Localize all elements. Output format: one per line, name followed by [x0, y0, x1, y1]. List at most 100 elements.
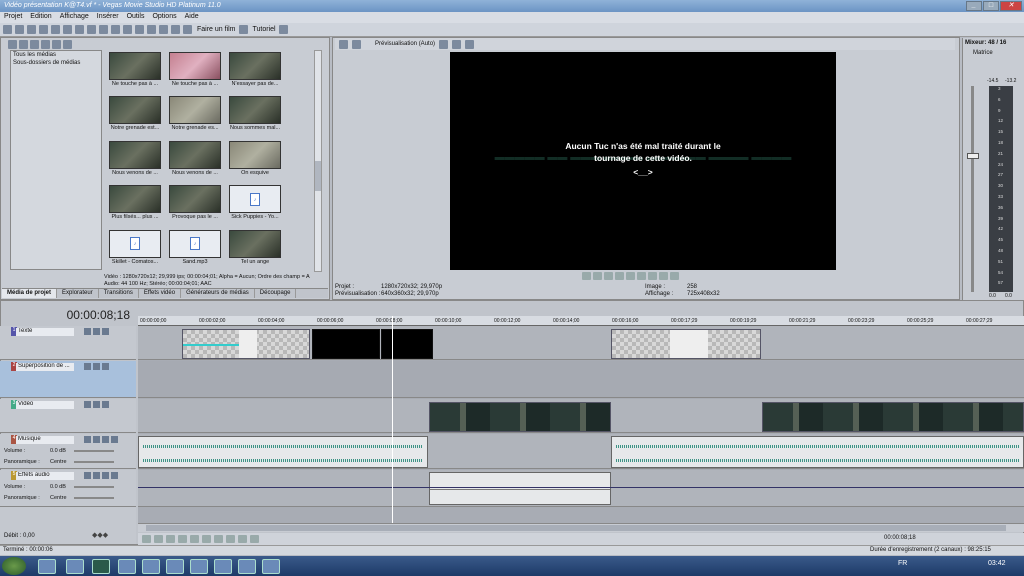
play-icon[interactable] [604, 272, 613, 280]
new-icon[interactable] [3, 25, 12, 34]
track-fx-icon[interactable] [93, 472, 100, 479]
track-header-texte[interactable]: 1 Texte [0, 326, 136, 360]
media-item[interactable]: Plus filsés... plus ... [106, 185, 164, 227]
media-item[interactable]: Notre grenade est... [106, 96, 164, 138]
play-start-icon[interactable] [166, 535, 175, 543]
pan-slider[interactable] [74, 497, 114, 499]
track-fx-icon[interactable] [84, 363, 91, 370]
tab-media-generators[interactable]: Générateurs de médias [181, 289, 255, 298]
tab-project-media[interactable]: Média de projet [2, 289, 58, 298]
whats-this-icon[interactable] [278, 25, 288, 34]
tab-trimmer[interactable]: Découpage [255, 289, 297, 298]
pause-icon[interactable] [190, 535, 199, 543]
stop-icon[interactable] [202, 535, 211, 543]
master-fader-thumb[interactable] [967, 153, 979, 159]
music-clip[interactable] [138, 436, 428, 468]
sound-effect-clip[interactable] [429, 472, 611, 505]
track-mute-icon[interactable] [93, 363, 100, 370]
taskbar-app-icon[interactable] [262, 559, 280, 574]
go-end-icon[interactable] [648, 272, 657, 280]
menu-affichage[interactable]: Affichage [60, 13, 89, 22]
media-item[interactable]: N'essayer pas de... [226, 52, 284, 94]
normal-edit-tool-icon[interactable] [159, 25, 168, 34]
taskbar-app-icon[interactable] [38, 559, 56, 574]
tab-video-fx[interactable]: Effets vidéo [139, 289, 182, 298]
copy-icon[interactable] [63, 25, 72, 34]
tab-transitions[interactable]: Transitions [99, 289, 139, 298]
track-name[interactable]: Superposition de ... [16, 363, 74, 371]
media-scrollbar[interactable] [314, 50, 322, 272]
maximize-button[interactable]: □ [983, 1, 999, 11]
next-frame-icon[interactable] [670, 272, 679, 280]
media-item[interactable]: Provoque pas le ... [166, 185, 224, 227]
tab-explorer[interactable]: Explorateur [57, 289, 99, 298]
taskbar-app-icon[interactable] [118, 559, 136, 574]
taskbar-clock[interactable]: 03:42 [988, 560, 1006, 567]
track-solo-icon[interactable] [102, 401, 109, 408]
redo-icon[interactable] [111, 25, 120, 34]
track-header-effets-audio[interactable]: 5 Effets audio Volume : 0.0 dB Panoramiq… [0, 470, 136, 507]
menu-aide[interactable]: Aide [185, 13, 199, 22]
delete-icon[interactable] [87, 25, 96, 34]
go-end-icon[interactable] [226, 535, 235, 543]
playhead-cursor[interactable] [392, 316, 393, 526]
lock-envelopes-icon[interactable] [147, 25, 156, 34]
save-icon[interactable] [27, 25, 36, 34]
text-clip-black[interactable] [312, 329, 380, 359]
text-clip[interactable] [182, 329, 310, 359]
paste-icon[interactable] [75, 25, 84, 34]
media-item[interactable]: On esquive [226, 140, 284, 183]
go-start-icon[interactable] [637, 272, 646, 280]
time-ruler[interactable]: 00:00:00;00 00:00:02;00 00:00:04;00 00:00:0… [138, 316, 1024, 326]
go-start-icon[interactable] [214, 535, 223, 543]
views-icon[interactable] [63, 40, 72, 49]
track-mute-icon[interactable] [102, 472, 109, 479]
taskbar-app-icon[interactable] [190, 559, 208, 574]
capture-icon[interactable] [19, 40, 28, 49]
track-solo-icon[interactable] [102, 363, 109, 370]
track-fx-icon[interactable] [84, 328, 91, 335]
preview-quality-select[interactable]: Prévisualisation (Auto) [375, 41, 435, 47]
media-item[interactable]: Ne touche pas à ... [106, 52, 164, 94]
loop-playback-icon[interactable] [154, 535, 163, 543]
record-icon[interactable] [142, 535, 151, 543]
tree-item-subfolders[interactable]: Sous-dossiers de médias [11, 59, 101, 67]
media-item[interactable]: ♪ Sand.mp3 [166, 229, 224, 272]
tree-item-all-media[interactable]: Tous les médias [11, 51, 101, 59]
track-mute-icon[interactable] [93, 401, 100, 408]
make-movie-button[interactable]: Faire un film [197, 26, 236, 33]
play-icon[interactable] [178, 535, 187, 543]
loop-icon[interactable] [582, 272, 591, 280]
menu-edition[interactable]: Edition [30, 13, 51, 22]
track-name[interactable]: Vidéo [16, 401, 74, 409]
track-record-icon[interactable] [84, 472, 91, 479]
next-frame-icon[interactable] [250, 535, 259, 543]
import-media-icon[interactable] [8, 40, 17, 49]
track-mute-icon[interactable] [93, 328, 100, 335]
track-solo-icon[interactable] [111, 472, 118, 479]
taskbar-app-icon[interactable] [66, 559, 84, 574]
pan-slider[interactable] [74, 461, 114, 463]
language-indicator[interactable]: FR [898, 560, 907, 567]
track-fx-icon[interactable] [84, 401, 91, 408]
play-from-start-icon[interactable] [593, 272, 602, 280]
video-clip-2[interactable] [762, 402, 1024, 432]
volume-slider[interactable] [74, 486, 114, 488]
remove-media-icon[interactable] [41, 40, 50, 49]
taskbar-app-icon[interactable] [166, 559, 184, 574]
tutorial-button[interactable]: Tutoriel [253, 26, 276, 33]
taskbar-app-icon[interactable] [238, 559, 256, 574]
preview-properties-icon[interactable] [339, 39, 348, 49]
media-item[interactable]: ♪ Skillet - Comatos... [106, 229, 164, 272]
text-clip-2[interactable] [611, 329, 761, 359]
menu-projet[interactable]: Projet [4, 13, 22, 22]
prev-frame-icon[interactable] [659, 272, 668, 280]
menu-inserer[interactable]: Insérer [97, 13, 119, 22]
taskbar-vegas-icon[interactable] [92, 559, 110, 574]
menu-options[interactable]: Options [152, 13, 176, 22]
track-record-icon[interactable] [84, 436, 91, 443]
preview-fx-icon[interactable] [352, 39, 361, 49]
music-clip-2[interactable] [611, 436, 1024, 468]
text-clip-black-2[interactable] [381, 329, 433, 359]
media-fx-icon[interactable] [52, 40, 61, 49]
